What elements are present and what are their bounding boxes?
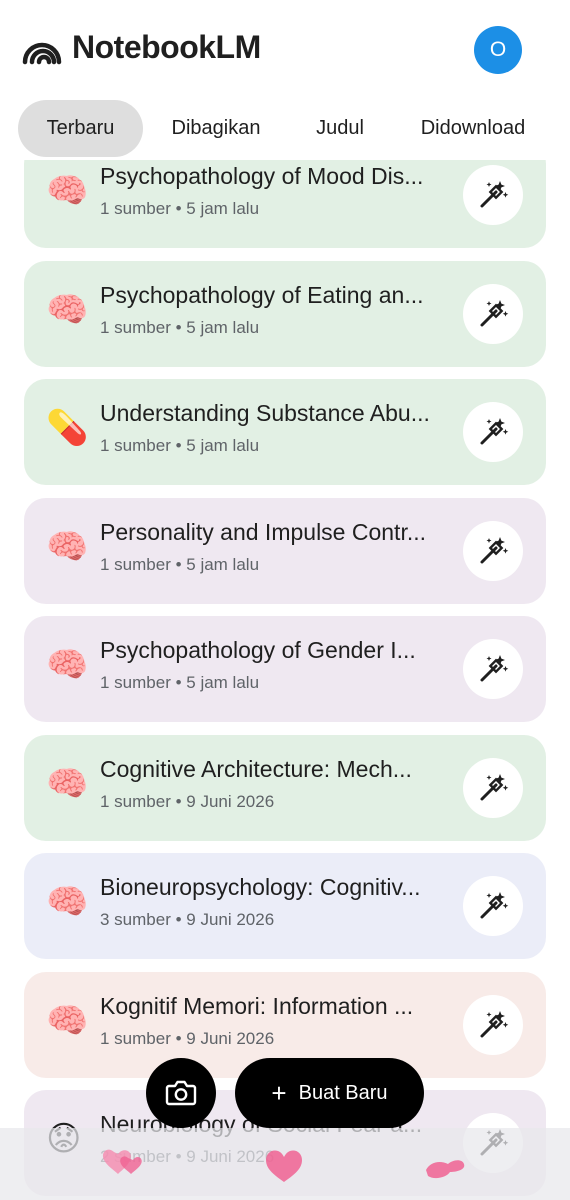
notebook-emoji-icon: 🧠 <box>46 1000 89 1041</box>
create-new-label: Buat Baru <box>298 1081 388 1104</box>
heart-sticker-icon <box>102 1149 142 1174</box>
notebook-magic-button[interactable] <box>463 402 523 462</box>
notebook-list[interactable]: 🧠 Psychopathology of Mood Dis... 1 sumber … <box>0 0 570 1200</box>
notebook-card[interactable]: 🧠 Cognitive Architecture: Mech... 1 sumber… <box>24 734 546 841</box>
camera-icon <box>165 1080 197 1106</box>
notebook-emoji-icon: 🧠 <box>46 171 89 211</box>
notebook-magic-button[interactable] <box>463 639 523 699</box>
magic-wand-icon <box>480 536 509 563</box>
notebook-magic-button[interactable] <box>463 757 523 818</box>
notebook-card[interactable]: 🧠 Psychopathology of Gender I... 1 sumber … <box>24 616 546 722</box>
notebook-emoji-icon: 🧠 <box>46 526 89 567</box>
notebook-magic-button[interactable] <box>463 283 523 344</box>
notebook-card[interactable]: 🧠 Personality and Impulse Contr... 1 sumbe… <box>24 497 546 604</box>
magic-wand-icon <box>480 773 509 800</box>
notebook-emoji-icon: 💊 <box>46 408 89 448</box>
notebook-emoji-icon: 🧠 <box>46 289 89 330</box>
notebook-emoji-icon: 🧠 <box>46 882 89 922</box>
notebook-title: Psychopathology of Mood Dis... <box>100 163 424 189</box>
magic-wand-icon <box>480 1010 509 1037</box>
notebook-title: Kognitif Memori: Information ... <box>100 992 414 1019</box>
tab-dibagikan[interactable]: Dibagikan <box>156 100 276 157</box>
notebook-card[interactable]: 💊 Understanding Substance Abu... 1 sumber … <box>24 379 546 485</box>
notebook-emoji-icon: 🧠 <box>46 645 89 685</box>
notebook-card[interactable]: 🧠 Bioneuropsychology: Cognitiv... 3 sumber… <box>24 853 546 959</box>
notebook-title: Personality and Impulse Contr... <box>100 518 426 545</box>
app-title: NotebookLM <box>72 29 261 65</box>
notebook-meta: 1 sumber • 5 jam lalu <box>100 673 260 692</box>
notebook-title: Cognitive Architecture: Mech... <box>100 755 412 782</box>
magic-wand-icon <box>480 655 509 682</box>
tab-judul[interactable]: Judul <box>296 100 384 157</box>
magic-wand-icon <box>480 418 509 445</box>
notebook-magic-button[interactable] <box>463 165 523 225</box>
filter-tabs: Terbaru Dibagikan Judul Didownload <box>0 100 570 160</box>
notebook-meta: 1 sumber • 5 jam lalu <box>100 199 260 218</box>
heart-sticker-icon <box>426 1160 465 1179</box>
notebook-meta: 1 sumber • 5 jam lalu <box>100 436 260 455</box>
magic-wand-icon <box>480 892 509 919</box>
notebook-meta: 1 sumber • 5 jam lalu <box>100 317 260 337</box>
notebook-magic-button[interactable] <box>463 994 523 1055</box>
notebooklm-logo-icon <box>22 42 62 65</box>
notebook-magic-button[interactable] <box>463 520 523 581</box>
tab-didownload[interactable]: Didownload <box>404 100 542 157</box>
create-new-button[interactable]: + Buat Baru <box>235 1058 424 1128</box>
notebook-title: Psychopathology of Eating an... <box>100 281 424 308</box>
tab-terbaru[interactable]: Terbaru <box>18 100 143 157</box>
magic-wand-icon <box>480 181 509 208</box>
notebook-title: Understanding Substance Abu... <box>100 400 430 426</box>
notebook-emoji-icon: 🧠 <box>46 763 89 804</box>
avatar[interactable]: O <box>474 26 522 74</box>
avatar-letter: O <box>489 38 507 61</box>
notebook-meta: 1 sumber • 9 Juni 2026 <box>100 1028 275 1048</box>
heart-sticker-icon <box>266 1150 302 1182</box>
notebook-meta: 1 sumber • 9 Juni 2026 <box>100 791 275 811</box>
notebook-meta: 1 sumber • 5 jam lalu <box>100 554 260 574</box>
notebook-meta: 3 sumber • 9 Juni 2026 <box>100 910 275 929</box>
magic-wand-icon <box>480 299 509 326</box>
camera-button[interactable] <box>146 1058 216 1128</box>
notebook-magic-button[interactable] <box>463 876 523 936</box>
notebook-card[interactable]: 🧠 Psychopathology of Eating an... 1 sumber… <box>24 260 546 367</box>
app-header: NotebookLM O <box>0 0 570 100</box>
notebook-title: Bioneuropsychology: Cognitiv... <box>100 874 421 900</box>
plus-icon: + <box>271 1078 287 1108</box>
notebook-title: Psychopathology of Gender I... <box>100 637 416 663</box>
